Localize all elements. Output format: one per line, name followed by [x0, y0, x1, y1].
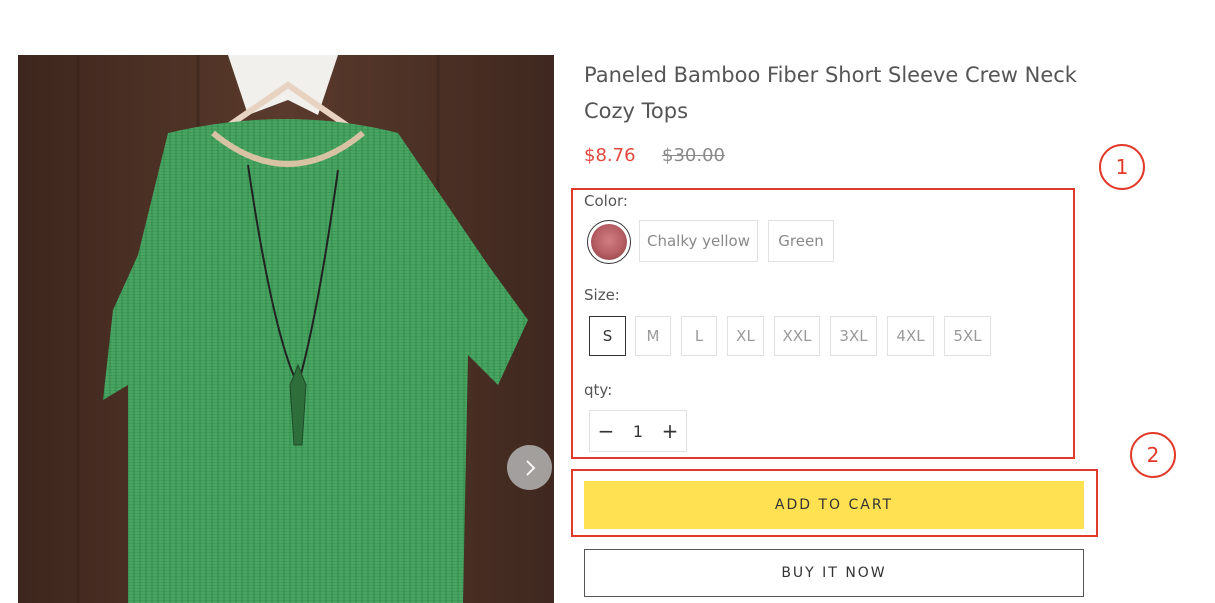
annotation-marker-1: 1: [1099, 144, 1145, 190]
annotation-marker-2: 2: [1130, 432, 1176, 478]
sale-price: $8.76: [584, 145, 636, 166]
buy-it-now-button[interactable]: BUY IT NOW: [584, 549, 1084, 597]
product-title: Paneled Bamboo Fiber Short Sleeve Crew N…: [584, 63, 1077, 123]
product-gallery: [18, 55, 554, 603]
annotation-box-options: [571, 188, 1075, 459]
product-photo: [18, 55, 554, 603]
gallery-next-button[interactable]: [507, 445, 552, 490]
compare-price: $30.00: [662, 145, 725, 166]
annotation-box-add-to-cart: [571, 469, 1098, 537]
chevron-right-icon: [525, 459, 535, 476]
